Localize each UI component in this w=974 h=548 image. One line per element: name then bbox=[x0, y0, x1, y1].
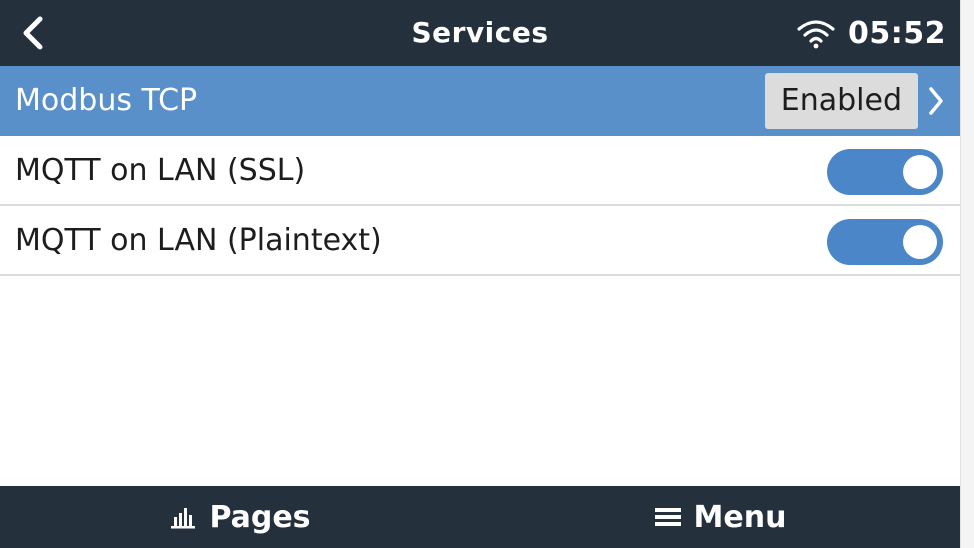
top-bar: Services 05:52 bbox=[0, 0, 960, 66]
list-item-modbus-tcp[interactable]: Modbus TCP Enabled bbox=[0, 66, 960, 136]
list-item-mqtt-plaintext[interactable]: MQTT on LAN (Plaintext) bbox=[0, 206, 960, 276]
wifi-icon bbox=[797, 20, 835, 49]
services-list: Modbus TCP Enabled MQTT on LAN (SSL) MQT… bbox=[0, 66, 960, 276]
list-item-label: MQTT on LAN (SSL) bbox=[15, 152, 306, 188]
toggle-knob bbox=[903, 155, 937, 189]
list-item-label: MQTT on LAN (Plaintext) bbox=[15, 222, 382, 258]
screen-edge bbox=[960, 0, 974, 548]
toggle-knob bbox=[903, 225, 937, 259]
mqtt-plaintext-toggle[interactable] bbox=[827, 219, 943, 265]
mqtt-ssl-toggle[interactable] bbox=[827, 149, 943, 195]
hamburger-menu-icon bbox=[654, 508, 681, 526]
bottom-bar: Pages Menu bbox=[0, 486, 960, 548]
bar-chart-icon bbox=[171, 508, 196, 529]
menu-button[interactable]: Menu bbox=[480, 486, 960, 548]
chevron-right-icon bbox=[924, 66, 948, 136]
clock: 05:52 bbox=[848, 15, 946, 51]
status-area: 05:52 bbox=[796, 0, 946, 66]
status-value: Enabled bbox=[764, 73, 918, 129]
list-item-label: Modbus TCP bbox=[15, 82, 198, 118]
pages-label: Pages bbox=[209, 499, 311, 535]
list-item-mqtt-ssl[interactable]: MQTT on LAN (SSL) bbox=[0, 136, 960, 206]
services-screen: Services 05:52 Modbus TCP Enabled MQTT o… bbox=[0, 0, 960, 548]
pages-button[interactable]: Pages bbox=[0, 486, 480, 548]
menu-label: Menu bbox=[693, 499, 787, 535]
